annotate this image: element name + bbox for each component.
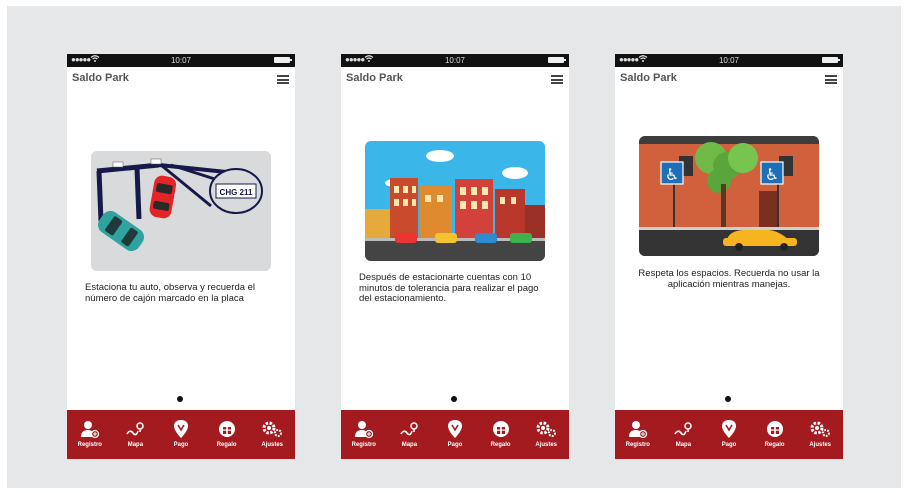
- gift-icon: [766, 421, 783, 437]
- page-indicator-dot[interactable]: [725, 396, 731, 402]
- tab-pago[interactable]: Pago: [433, 410, 477, 459]
- tab-registro[interactable]: Registro: [342, 410, 386, 459]
- status-bar: ●●●●● 10:07: [615, 54, 843, 67]
- bottom-tab-bar: Registro Mapa Pago Regalo Ajustes: [67, 410, 295, 459]
- status-time: 10:07: [444, 56, 466, 65]
- parking-illustration: CHG 211: [91, 151, 271, 271]
- tab-label: Regalo: [764, 442, 785, 448]
- map-icon: [400, 422, 419, 436]
- app-title: Saldo Park: [346, 72, 403, 84]
- tab-label: Mapa: [675, 442, 692, 448]
- tab-label: Pago: [173, 442, 189, 448]
- app-title: Saldo Park: [72, 72, 129, 84]
- gift-icon: [492, 421, 509, 437]
- tab-pago[interactable]: Pago: [707, 410, 751, 459]
- tab-regalo[interactable]: Regalo: [753, 410, 797, 459]
- plate-text: CHG 211: [220, 188, 253, 197]
- tab-ajustes[interactable]: Ajustes: [524, 410, 568, 459]
- bottom-tab-bar: Registro Mapa Pago Regalo Ajustes: [341, 410, 569, 459]
- tab-label: Pago: [721, 442, 737, 448]
- battery-icon: [274, 57, 292, 63]
- location-pin-icon: [173, 420, 188, 438]
- status-bar: ●●●●● 10:07: [67, 54, 295, 67]
- svg-text:♿: ♿: [665, 165, 679, 184]
- app-title: Saldo Park: [620, 72, 677, 84]
- tab-mapa[interactable]: Mapa: [113, 410, 157, 459]
- tab-label: Registro: [625, 442, 650, 448]
- gift-icon: [218, 421, 235, 437]
- user-add-icon: [80, 421, 99, 439]
- tab-registro[interactable]: Registro: [68, 410, 112, 459]
- user-add-icon: [354, 421, 373, 439]
- tab-label: Regalo: [490, 442, 511, 448]
- onboarding-caption: Estaciona tu auto, observa y recuerda el…: [85, 282, 256, 304]
- tab-ajustes[interactable]: Ajustes: [250, 410, 294, 459]
- tab-label: Registro: [77, 442, 102, 448]
- tab-regalo[interactable]: Regalo: [205, 410, 249, 459]
- battery-icon: [822, 57, 840, 63]
- app-header: Saldo Park: [67, 67, 295, 89]
- tab-label: Regalo: [216, 442, 237, 448]
- tab-label: Pago: [447, 442, 463, 448]
- app-header: Saldo Park: [341, 67, 569, 89]
- tab-mapa[interactable]: Mapa: [661, 410, 705, 459]
- tab-ajustes[interactable]: Ajustes: [798, 410, 842, 459]
- svg-text:♿: ♿: [765, 165, 779, 184]
- tab-label: Ajustes: [809, 442, 832, 448]
- tab-pago[interactable]: Pago: [159, 410, 203, 459]
- tab-label: Mapa: [401, 442, 418, 448]
- page-indicator-dot[interactable]: [177, 396, 183, 402]
- phone-screen-3: ●●●●● 10:07 Saldo Park ♿ ♿ Respeta los e…: [615, 54, 843, 459]
- phone-screen-1: ●●●●● 10:07 Saldo Park CHG 211 Estaciona…: [67, 54, 295, 459]
- tab-label: Registro: [351, 442, 376, 448]
- location-pin-icon: [447, 420, 462, 438]
- onboarding-caption: Respeta los espacios. Recuerda no usar l…: [638, 268, 820, 290]
- tab-label: Ajustes: [535, 442, 558, 448]
- gears-icon: [536, 421, 557, 437]
- tab-label: Mapa: [127, 442, 144, 448]
- user-add-icon: [628, 421, 647, 439]
- page-indicator-dot[interactable]: [451, 396, 457, 402]
- hamburger-menu-icon[interactable]: [277, 75, 289, 84]
- hamburger-menu-icon[interactable]: [825, 75, 837, 84]
- map-icon: [126, 422, 145, 436]
- gears-icon: [810, 421, 831, 437]
- accessible-parking-illustration: ♿ ♿: [639, 136, 819, 256]
- map-icon: [674, 422, 693, 436]
- city-street-illustration: [365, 141, 545, 261]
- app-header: Saldo Park: [615, 67, 843, 89]
- tab-mapa[interactable]: Mapa: [387, 410, 431, 459]
- tab-registro[interactable]: Registro: [616, 410, 660, 459]
- hamburger-menu-icon[interactable]: [551, 75, 563, 84]
- status-time: 10:07: [718, 56, 740, 65]
- status-bar: ●●●●● 10:07: [341, 54, 569, 67]
- location-pin-icon: [721, 420, 736, 438]
- status-time: 10:07: [170, 56, 192, 65]
- phone-screen-2: ●●●●● 10:07 Saldo Park Después de estaci…: [341, 54, 569, 459]
- tab-regalo[interactable]: Regalo: [479, 410, 523, 459]
- bottom-tab-bar: Registro Mapa Pago Regalo Ajustes: [615, 410, 843, 459]
- gears-icon: [262, 421, 283, 437]
- onboarding-caption: Después de estacionarte cuentas con 10 m…: [359, 272, 539, 304]
- tab-label: Ajustes: [261, 442, 284, 448]
- battery-icon: [548, 57, 566, 63]
